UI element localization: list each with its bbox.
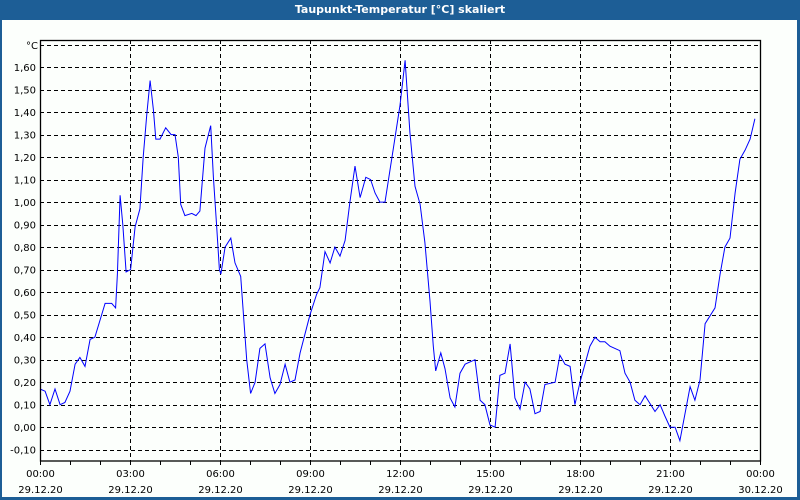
y-tick-label: 1,00 [14, 198, 36, 209]
y-tick-label: 1,60 [14, 63, 36, 74]
x-tick-date-label: 29.12.20 [288, 485, 333, 496]
x-tick-date-label: 29.12.20 [648, 485, 693, 496]
y-tick-label: 0,60 [14, 288, 36, 299]
y-tick-label: 0,10 [14, 401, 36, 412]
x-tick-time-label: 21:00 [656, 469, 685, 480]
y-axis-unit-label: °C [26, 41, 38, 52]
y-tick-label: 0,30 [14, 356, 36, 367]
x-tick-date-label: 29.12.20 [468, 485, 513, 496]
y-tick-label: 1,30 [14, 131, 36, 142]
x-tick-time-label: 00:00 [26, 469, 55, 480]
x-tick-time-label: 09:00 [296, 469, 325, 480]
x-tick-date-label: 29.12.20 [18, 485, 63, 496]
x-tick-time-label: 12:00 [386, 469, 415, 480]
y-tick-label: 1,20 [14, 153, 36, 164]
y-tick-label: 1,10 [14, 176, 36, 187]
x-tick-time-label: 03:00 [116, 469, 145, 480]
x-axis-ticks: 00:00 29.12.20 03:00 29.12.20 06:00 29.12.20 0… [18, 461, 783, 496]
x-tick-time-label: 06:00 [206, 469, 235, 480]
y-tick-label: 1,40 [14, 108, 36, 119]
y-tick-label: 1,50 [14, 86, 36, 97]
x-tick-date-label: 29.12.20 [198, 485, 243, 496]
series-line-taupunkt [39, 60, 756, 443]
y-axis-ticks: -0,10 0,00 0,10 0,20 0,30 0,40 0,50 0,60 0,70 0,8… [10, 63, 36, 457]
y-tick-label: 0,00 [14, 423, 36, 434]
x-tick-date-label: 29.12.20 [558, 485, 603, 496]
line-chart: -0,10 0,00 0,10 0,20 0,30 0,40 0,50 0,60 0,70 0,8… [10, 39, 783, 496]
y-tick-label: 0,70 [14, 266, 36, 277]
x-tick-time-label: 18:00 [566, 469, 595, 480]
x-tick-date-label: 30.12.20 [738, 485, 783, 496]
x-tick-date-label: 29.12.20 [108, 485, 153, 496]
y-tick-label: -0,10 [10, 446, 36, 457]
y-tick-label: 0,20 [14, 378, 36, 389]
x-tick-time-label: 00:00 [746, 469, 775, 480]
y-tick-label: 0,40 [14, 333, 36, 344]
y-tick-label: 0,50 [14, 311, 36, 322]
x-tick-time-label: 15:00 [476, 469, 505, 480]
y-tick-label: 0,90 [14, 221, 36, 232]
y-tick-label: 0,80 [14, 243, 36, 254]
x-tick-date-label: 29.12.20 [378, 485, 423, 496]
